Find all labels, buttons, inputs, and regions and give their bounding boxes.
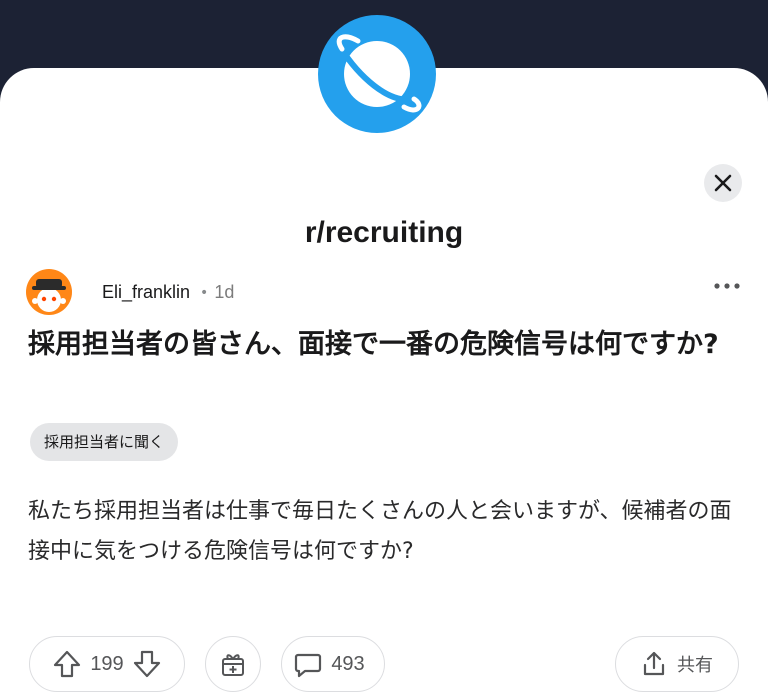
snoo-avatar-icon [32, 279, 66, 312]
share-label: 共有 [677, 655, 713, 676]
user-avatar[interactable] [26, 269, 72, 315]
post-title[interactable]: 採用担当者の皆さん、面接で一番の危険信号は何ですか? [28, 326, 748, 364]
post-card: r/recruiting Eli_franklin • 1d 採用担当者の皆さん… [0, 68, 768, 692]
meta-separator: • [200, 284, 209, 301]
post-flair[interactable]: 採用担当者に聞く [30, 423, 179, 461]
close-button[interactable] [704, 164, 742, 202]
author-username[interactable]: Eli_franklin [102, 282, 190, 303]
upvote-count: 199 [90, 652, 124, 675]
share-icon [643, 651, 665, 676]
gift-award-icon [222, 654, 244, 676]
subreddit-name[interactable]: r/recruiting [0, 216, 768, 250]
downvote-button[interactable] [132, 649, 162, 679]
comment-bubble-icon [295, 653, 322, 678]
vote-bar: 199 [29, 636, 185, 692]
award-button[interactable] [205, 636, 261, 692]
planet-icon [336, 34, 422, 113]
post-age: 1d [214, 282, 235, 302]
more-options-button[interactable] [710, 276, 744, 296]
share-button[interactable]: 共有 [615, 636, 739, 692]
post-body: 私たち採用担当者は仕事で毎日たくさんの人と会いますが、候補者の面接中に気をつける… [28, 499, 732, 564]
upvote-arrow-icon [54, 650, 81, 678]
upvote-button[interactable] [52, 649, 82, 679]
subreddit-avatar[interactable] [318, 15, 436, 133]
close-icon [714, 174, 732, 192]
downvote-arrow-icon [133, 650, 160, 678]
post-meta: Eli_franklin • 1d [102, 282, 234, 303]
comment-count: 493 [331, 652, 365, 675]
more-options-icon [714, 283, 740, 289]
comments-button[interactable]: 493 [281, 636, 385, 692]
